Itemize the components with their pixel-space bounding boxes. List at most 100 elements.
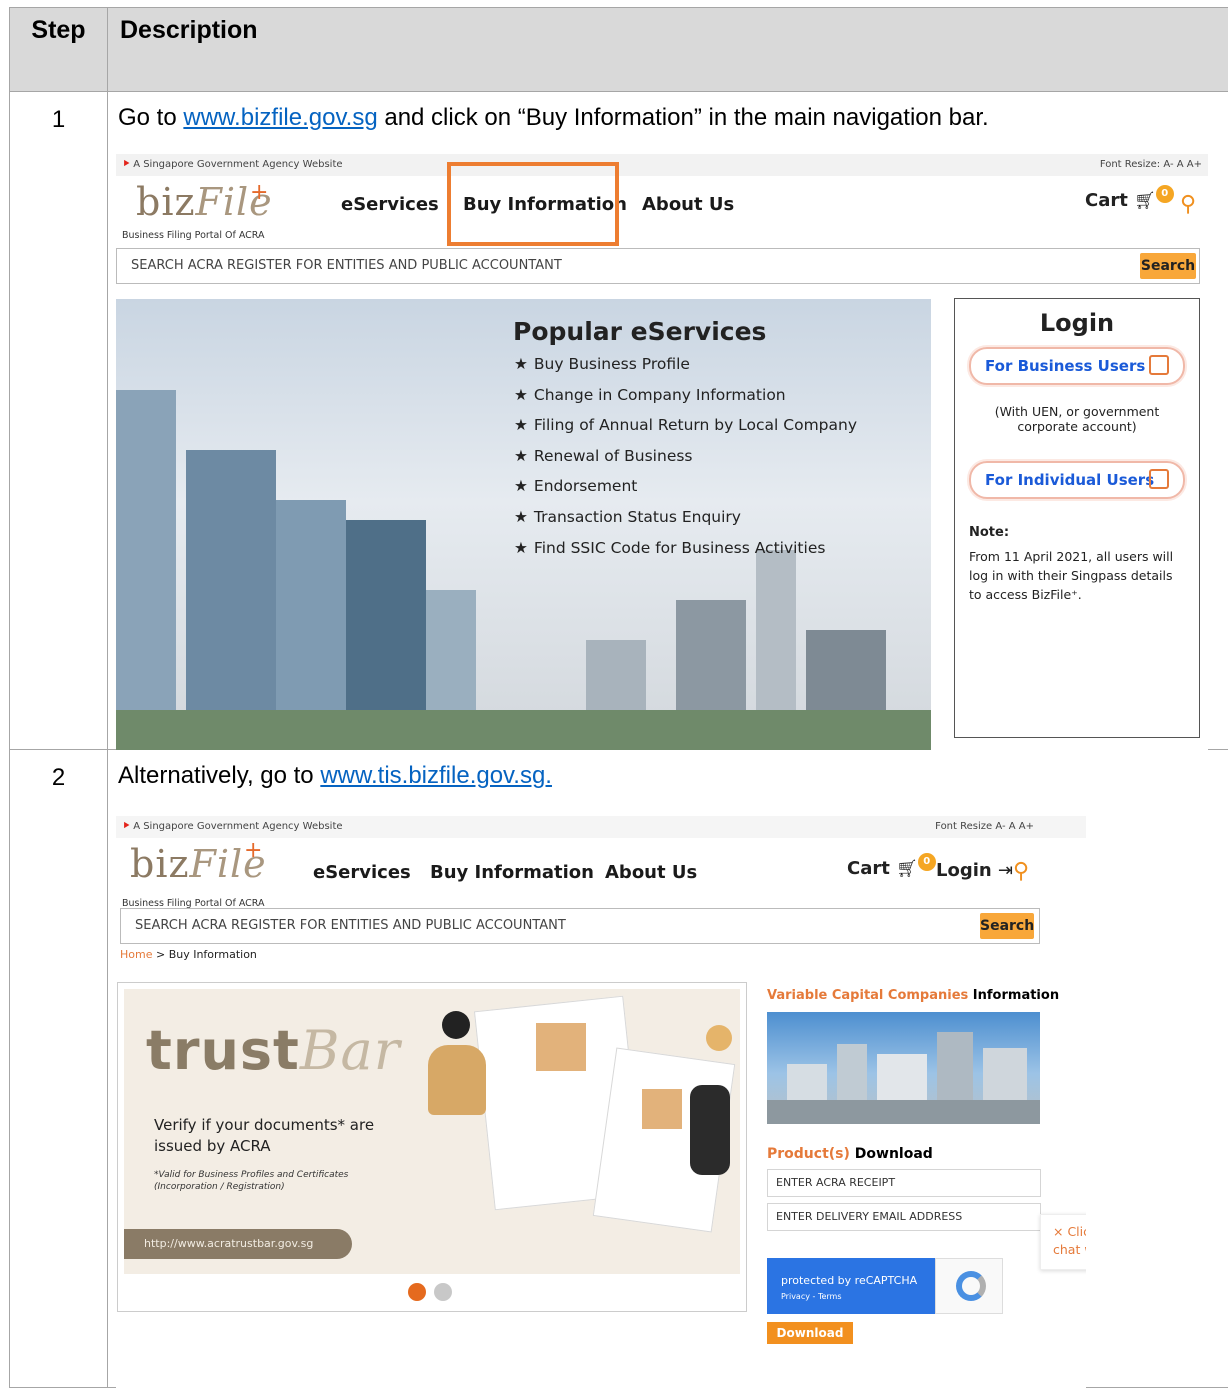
star-icon: ★ (514, 539, 528, 557)
list-item[interactable]: ★Filing of Annual Return by Local Compan… (514, 416, 857, 447)
list-item[interactable]: ★Change in Company Information (514, 386, 857, 417)
step-number: 1 (10, 92, 108, 750)
header-description: Description (108, 8, 1228, 92)
search-input[interactable]: SEARCH ACRA REGISTER FOR ENTITIES AND PU… (116, 248, 1200, 284)
acra-receipt-input[interactable]: ENTER ACRA RECEIPT (767, 1169, 1041, 1197)
list-item[interactable]: ★Buy Business Profile (514, 355, 857, 386)
search-button[interactable]: Search (1140, 253, 1196, 279)
recaptcha-badge[interactable]: protected by reCAPTCHA Privacy - Terms (767, 1258, 1003, 1314)
step-description: Alternatively, go to www.tis.bizfile.gov… (108, 750, 1228, 1388)
list-item[interactable]: ★Transaction Status Enquiry (514, 508, 857, 539)
gov-banner: ⯈ A Singapore Government Agency Website (116, 154, 1208, 176)
login-individual-label: For Individual Users (985, 471, 1154, 489)
star-icon: ★ (514, 355, 528, 373)
breadcrumb-home[interactable]: Home (120, 948, 152, 961)
tis-bizfile-link[interactable]: www.tis.bizfile.gov.sg. (320, 762, 552, 789)
popular-eservices-list: ★Buy Business Profile ★Change in Company… (514, 355, 857, 569)
table-row: 2 Alternatively, go to www.tis.bizfile.g… (10, 750, 1228, 1388)
nav-eservices[interactable]: eServices (313, 862, 411, 883)
cart-icon: 🛒︎ (896, 859, 918, 879)
vcc-title[interactable]: Variable Capital Companies Information (767, 988, 1059, 1003)
product-title-black: Download (850, 1146, 933, 1162)
cart-button[interactable]: Cart 🛒︎0 (847, 858, 936, 881)
carousel-dot[interactable] (434, 1283, 452, 1301)
header-step: Step (10, 8, 108, 92)
highlight-box (447, 162, 619, 246)
font-resize[interactable]: Font Resize: A- A A+ (1100, 154, 1202, 176)
login-title: Login (955, 309, 1199, 337)
breadcrumb-current: > Buy Information (152, 948, 256, 961)
nav-about-us[interactable]: About Us (605, 862, 697, 883)
text-before: Go to (118, 104, 183, 131)
note-heading: Note: (969, 525, 1009, 540)
person-illustration (428, 1045, 486, 1115)
list-item[interactable]: ★Find SSIC Code for Business Activities (514, 539, 857, 570)
cart-label: Cart (1085, 190, 1128, 211)
cart-button[interactable]: Cart 🛒︎0 (1085, 190, 1174, 213)
lion-icon: ⯈ (122, 159, 130, 170)
star-icon: ★ (514, 447, 528, 465)
bizfile-logo[interactable]: bizFile + Business Filing Portal Of ACRA (122, 176, 292, 246)
trustbar-logo: trustBar (146, 1019, 401, 1082)
text-after: and click on “Buy Information” in the ma… (378, 104, 989, 131)
search-icon[interactable]: ⚲ (1180, 192, 1196, 217)
business-login-note: (With UEN, or government corporate accou… (969, 404, 1185, 434)
step-text: Alternatively, go to www.tis.bizfile.gov… (118, 762, 1228, 790)
delivery-email-input[interactable]: ENTER DELIVERY EMAIL ADDRESS (767, 1203, 1041, 1231)
trustbar-banner[interactable]: trustBar Verify if your documents* are i… (117, 982, 747, 1312)
carousel-dot-active[interactable] (408, 1283, 426, 1301)
star-icon: ★ (514, 508, 528, 526)
banner-image: trustBar Verify if your documents* are i… (124, 989, 740, 1274)
cart-count-badge: 0 (1156, 185, 1174, 203)
instructions-table: Step Description 1 Go to www.bizfile.gov… (9, 7, 1228, 1388)
lion-icon: ⯈ (122, 821, 130, 832)
list-item[interactable]: ★Renewal of Business (514, 447, 857, 478)
banner-footnote: *Valid for Business Profiles and Certifi… (154, 1169, 384, 1193)
login-label: Login (936, 860, 992, 881)
banner-headline: Verify if your documents* are issued by … (154, 1115, 384, 1157)
nav-about-us[interactable]: About Us (642, 194, 734, 215)
cart-count-badge: 0 (918, 853, 936, 871)
search-input[interactable]: SEARCH ACRA REGISTER FOR ENTITIES AND PU… (120, 908, 1040, 944)
gov-banner-text: A Singapore Government Agency Website (133, 821, 342, 832)
chat-bubble[interactable]: × Click here to chat with me. (1040, 1214, 1086, 1270)
captcha-text: protected by reCAPTCHA (781, 1274, 917, 1287)
close-icon[interactable]: × (1053, 1224, 1067, 1239)
download-button[interactable]: Download (767, 1322, 853, 1344)
cart-label: Cart (847, 858, 890, 879)
star-icon: ★ (514, 386, 528, 404)
bizfile-link[interactable]: www.bizfile.gov.sg (183, 104, 377, 131)
product-title-orange: Product(s) (767, 1146, 850, 1162)
text-before: Alternatively, go to (118, 762, 320, 789)
font-resize[interactable]: Font Resize A- A A+ (935, 816, 1034, 838)
vcc-image[interactable] (767, 1012, 1040, 1124)
vcc-title-black: Information (968, 988, 1059, 1003)
login-icon: ⇥ (998, 860, 1013, 881)
star-icon: ★ (514, 416, 528, 434)
login-business-users-button[interactable]: For Business Users (969, 347, 1185, 385)
vcc-title-orange: Variable Capital Companies (767, 988, 968, 1003)
step-description: Go to www.bizfile.gov.sg and click on “B… (108, 92, 1228, 750)
login-button[interactable]: Login ⇥ (936, 860, 1013, 881)
person-illustration (706, 1025, 732, 1051)
hero-banner: Popular eServices ★Buy Business Profile … (116, 299, 931, 750)
login-individual-users-button[interactable]: For Individual Users (969, 461, 1185, 499)
recaptcha-icon (935, 1258, 1003, 1314)
note-body: From 11 April 2021, all users will log i… (969, 547, 1187, 604)
check-icon (642, 1089, 682, 1129)
search-icon[interactable]: ⚲ (1013, 859, 1029, 884)
person-illustration (690, 1085, 730, 1175)
bizfile-buy-information-screenshot: ⯈ A Singapore Government Agency Website … (116, 816, 1086, 1388)
popular-eservices-title: Popular eServices (513, 317, 766, 346)
nav-buy-information[interactable]: Buy Information (430, 862, 594, 883)
person-illustration (442, 1011, 470, 1039)
list-item[interactable]: ★Endorsement (514, 477, 857, 508)
step-number: 2 (10, 750, 108, 1388)
search-button[interactable]: Search (980, 913, 1034, 939)
captcha-links[interactable]: Privacy - Terms (781, 1292, 842, 1301)
bizfile-homepage-screenshot: ⯈ A Singapore Government Agency Website … (116, 154, 1208, 750)
gov-banner-text: A Singapore Government Agency Website (133, 159, 342, 170)
nav-eservices[interactable]: eServices (341, 194, 439, 215)
login-business-label: For Business Users (985, 357, 1145, 375)
banner-url[interactable]: http://www.acratrustbar.gov.sg (124, 1229, 352, 1259)
